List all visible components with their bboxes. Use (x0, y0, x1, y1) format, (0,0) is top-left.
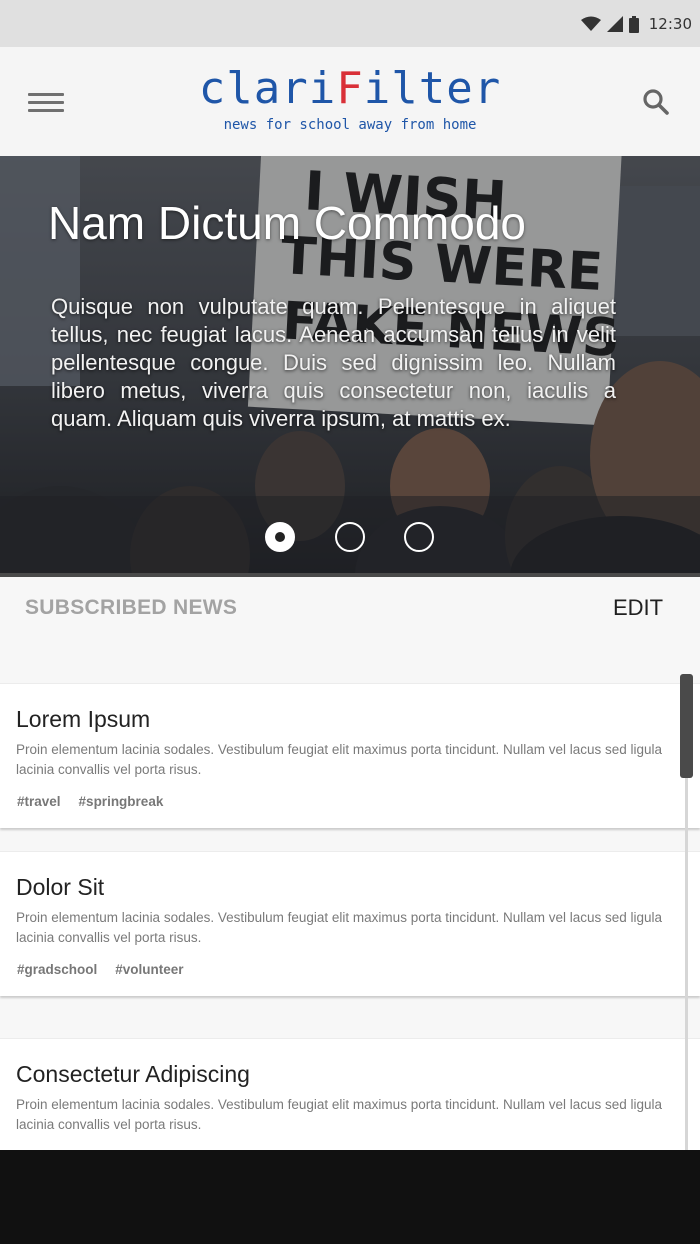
news-tag[interactable]: #springbreak (79, 794, 164, 809)
news-tag[interactable]: #travel (17, 794, 61, 809)
news-card[interactable]: Dolor Sit Proin elementum lacinia sodale… (0, 851, 700, 996)
logo-text-end: ilter (363, 63, 502, 114)
signal-icon (606, 16, 623, 32)
logo-text-accent: F (336, 63, 364, 114)
app-logo: clariFilter (0, 61, 700, 117)
news-card-title: Consectetur Adipiscing (16, 1061, 250, 1087)
hero-text: Quisque non vulputate quam. Pellentesque… (51, 294, 616, 431)
status-icons: 12:30 (580, 14, 692, 34)
status-bar: 12:30 (0, 0, 700, 47)
news-card-tags: #travel #springbreak (17, 794, 163, 809)
subscribed-news-section[interactable]: SUBSCRIBED NEWS EDIT Lorem Ipsum Proin e… (0, 577, 700, 1150)
status-time: 12:30 (648, 15, 692, 33)
app-tagline: news for school away from home (223, 117, 477, 133)
edit-button[interactable]: EDIT (613, 595, 663, 621)
news-card-tags: #gradschool #volunteer (17, 962, 184, 977)
wifi-icon (580, 16, 601, 31)
bottom-area (0, 1150, 700, 1244)
section-title: SUBSCRIBED NEWS (25, 596, 238, 619)
app-bar: clariFilter news for school away from ho… (0, 47, 700, 156)
search-icon (643, 89, 669, 115)
hero-title[interactable]: Nam Dictum Commodo (48, 196, 526, 250)
news-card-title: Dolor Sit (16, 874, 105, 900)
news-card-body: Proin elementum lacinia sodales. Vestibu… (16, 742, 663, 777)
carousel-dot-3[interactable] (404, 522, 434, 552)
scrollbar-thumb[interactable] (680, 674, 693, 778)
hero-carousel[interactable]: I WISH THIS WERE FAKE NEWS Nam Dictum Co… (0, 156, 700, 573)
news-card-body: Proin elementum lacinia sodales. Vestibu… (16, 910, 663, 945)
news-card[interactable]: Consectetur Adipiscing Proin elementum l… (0, 1038, 700, 1150)
carousel-indicators (0, 522, 700, 554)
battery-icon (628, 15, 639, 33)
carousel-dot-2[interactable] (335, 522, 365, 552)
news-card[interactable]: Lorem Ipsum Proin elementum lacinia soda… (0, 683, 700, 828)
news-tag[interactable]: #gradschool (17, 962, 97, 977)
logo-text-start: clari (198, 63, 337, 114)
search-button[interactable] (636, 83, 676, 123)
news-card-body: Proin elementum lacinia sodales. Vestibu… (16, 1097, 663, 1132)
news-tag[interactable]: #volunteer (115, 962, 183, 977)
news-card-title: Lorem Ipsum (16, 706, 151, 732)
carousel-dot-1[interactable] (265, 522, 295, 552)
